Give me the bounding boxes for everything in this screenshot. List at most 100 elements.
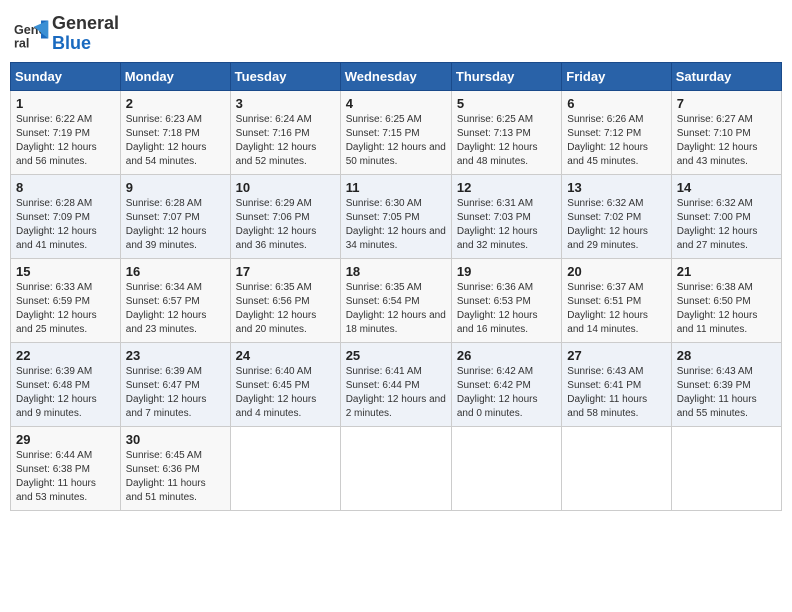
day-info: Sunrise: 6:27 AMSunset: 7:10 PMDaylight:… bbox=[677, 113, 776, 169]
day-info: Sunrise: 6:33 AMSunset: 6:59 PMDaylight:… bbox=[16, 281, 115, 337]
day-number: 24 bbox=[236, 348, 335, 363]
table-cell: 28 Sunrise: 6:43 AMSunset: 6:39 PMDayligh… bbox=[671, 342, 781, 426]
day-info: Sunrise: 6:25 AMSunset: 7:13 PMDaylight:… bbox=[457, 113, 556, 169]
day-number: 22 bbox=[16, 348, 115, 363]
day-info: Sunrise: 6:32 AMSunset: 7:02 PMDaylight:… bbox=[567, 197, 665, 253]
day-info: Sunrise: 6:30 AMSunset: 7:05 PMDaylight:… bbox=[346, 197, 446, 253]
table-cell: 27 Sunrise: 6:43 AMSunset: 6:41 PMDayligh… bbox=[562, 342, 671, 426]
table-cell: 7Sunrise: 6:27 AMSunset: 7:10 PMDaylight… bbox=[671, 90, 781, 174]
table-cell: 12 Sunrise: 6:31 AMSunset: 7:03 PMDayligh… bbox=[451, 174, 561, 258]
day-number: 23 bbox=[126, 348, 225, 363]
day-number: 8 bbox=[16, 180, 115, 195]
day-info: Sunrise: 6:41 AMSunset: 6:44 PMDaylight:… bbox=[346, 365, 446, 421]
day-info: Sunrise: 6:35 AMSunset: 6:54 PMDaylight:… bbox=[346, 281, 446, 337]
day-info: Sunrise: 6:43 AMSunset: 6:39 PMDaylight:… bbox=[677, 365, 776, 421]
day-number: 13 bbox=[567, 180, 665, 195]
day-number: 11 bbox=[346, 180, 446, 195]
day-info: Sunrise: 6:35 AMSunset: 6:56 PMDaylight:… bbox=[236, 281, 335, 337]
col-monday: Monday bbox=[120, 62, 230, 90]
table-cell: 29 Sunrise: 6:44 AMSunset: 6:38 PMDayligh… bbox=[11, 426, 121, 510]
table-cell: 18 Sunrise: 6:35 AMSunset: 6:54 PMDayligh… bbox=[340, 258, 451, 342]
day-info: Sunrise: 6:28 AMSunset: 7:07 PMDaylight:… bbox=[126, 197, 225, 253]
table-cell: 16Sunrise: 6:34 AMSunset: 6:57 PMDayligh… bbox=[120, 258, 230, 342]
table-cell: 25 Sunrise: 6:41 AMSunset: 6:44 PMDayligh… bbox=[340, 342, 451, 426]
col-tuesday: Tuesday bbox=[230, 62, 340, 90]
day-number: 25 bbox=[346, 348, 446, 363]
day-info: Sunrise: 6:40 AMSunset: 6:45 PMDaylight:… bbox=[236, 365, 335, 421]
day-number: 21 bbox=[677, 264, 776, 279]
day-number: 5 bbox=[457, 96, 556, 111]
day-number: 18 bbox=[346, 264, 446, 279]
day-number: 15 bbox=[16, 264, 115, 279]
table-cell: 8 Sunrise: 6:28 AMSunset: 7:09 PMDaylight… bbox=[11, 174, 121, 258]
day-info: Sunrise: 6:26 AMSunset: 7:12 PMDaylight:… bbox=[567, 113, 665, 169]
table-cell bbox=[671, 426, 781, 510]
table-cell: 3 Sunrise: 6:24 AMSunset: 7:16 PMDaylight… bbox=[230, 90, 340, 174]
day-number: 2 bbox=[126, 96, 225, 111]
day-number: 19 bbox=[457, 264, 556, 279]
day-info: Sunrise: 6:29 AMSunset: 7:06 PMDaylight:… bbox=[236, 197, 335, 253]
table-row: 1Sunrise: 6:22 AMSunset: 7:19 PMDaylight… bbox=[11, 90, 782, 174]
table-cell bbox=[451, 426, 561, 510]
day-number: 30 bbox=[126, 432, 225, 447]
day-info: Sunrise: 6:39 AMSunset: 6:47 PMDaylight:… bbox=[126, 365, 225, 421]
table-cell: 17Sunrise: 6:35 AMSunset: 6:56 PMDayligh… bbox=[230, 258, 340, 342]
col-wednesday: Wednesday bbox=[340, 62, 451, 90]
day-number: 29 bbox=[16, 432, 115, 447]
table-row: 22Sunrise: 6:39 AMSunset: 6:48 PMDayligh… bbox=[11, 342, 782, 426]
day-info: Sunrise: 6:43 AMSunset: 6:41 PMDaylight:… bbox=[567, 365, 665, 421]
col-saturday: Saturday bbox=[671, 62, 781, 90]
table-row: 15 Sunrise: 6:33 AMSunset: 6:59 PMDayligh… bbox=[11, 258, 782, 342]
day-number: 10 bbox=[236, 180, 335, 195]
col-friday: Friday bbox=[562, 62, 671, 90]
day-info: Sunrise: 6:38 AMSunset: 6:50 PMDaylight:… bbox=[677, 281, 776, 337]
table-cell: 1Sunrise: 6:22 AMSunset: 7:19 PMDaylight… bbox=[11, 90, 121, 174]
col-thursday: Thursday bbox=[451, 62, 561, 90]
page-header: Gene ral General Blue bbox=[10, 10, 782, 54]
table-cell: 5 Sunrise: 6:25 AMSunset: 7:13 PMDaylight… bbox=[451, 90, 561, 174]
col-sunday: Sunday bbox=[11, 62, 121, 90]
calendar-header-row: Sunday Monday Tuesday Wednesday Thursday… bbox=[11, 62, 782, 90]
day-info: Sunrise: 6:42 AMSunset: 6:42 PMDaylight:… bbox=[457, 365, 556, 421]
table-cell: 14 Sunrise: 6:32 AMSunset: 7:00 PMDayligh… bbox=[671, 174, 781, 258]
day-number: 4 bbox=[346, 96, 446, 111]
day-info: Sunrise: 6:31 AMSunset: 7:03 PMDaylight:… bbox=[457, 197, 556, 253]
day-info: Sunrise: 6:36 AMSunset: 6:53 PMDaylight:… bbox=[457, 281, 556, 337]
table-cell bbox=[562, 426, 671, 510]
table-cell: 23 Sunrise: 6:39 AMSunset: 6:47 PMDayligh… bbox=[120, 342, 230, 426]
day-number: 26 bbox=[457, 348, 556, 363]
day-info: Sunrise: 6:24 AMSunset: 7:16 PMDaylight:… bbox=[236, 113, 335, 169]
table-cell: 9Sunrise: 6:28 AMSunset: 7:07 PMDaylight… bbox=[120, 174, 230, 258]
day-info: Sunrise: 6:28 AMSunset: 7:09 PMDaylight:… bbox=[16, 197, 115, 253]
table-cell: 20Sunrise: 6:37 AMSunset: 6:51 PMDayligh… bbox=[562, 258, 671, 342]
table-cell: 30 Sunrise: 6:45 AMSunset: 6:36 PMDayligh… bbox=[120, 426, 230, 510]
table-cell: 2 Sunrise: 6:23 AMSunset: 7:18 PMDaylight… bbox=[120, 90, 230, 174]
logo: Gene ral General Blue bbox=[14, 14, 119, 54]
table-cell: 10 Sunrise: 6:29 AMSunset: 7:06 PMDayligh… bbox=[230, 174, 340, 258]
day-number: 14 bbox=[677, 180, 776, 195]
day-info: Sunrise: 6:22 AMSunset: 7:19 PMDaylight:… bbox=[16, 113, 115, 169]
day-number: 27 bbox=[567, 348, 665, 363]
day-info: Sunrise: 6:44 AMSunset: 6:38 PMDaylight:… bbox=[16, 449, 115, 505]
day-info: Sunrise: 6:34 AMSunset: 6:57 PMDaylight:… bbox=[126, 281, 225, 337]
day-info: Sunrise: 6:23 AMSunset: 7:18 PMDaylight:… bbox=[126, 113, 225, 169]
day-number: 6 bbox=[567, 96, 665, 111]
table-cell: 21 Sunrise: 6:38 AMSunset: 6:50 PMDayligh… bbox=[671, 258, 781, 342]
table-cell: 15 Sunrise: 6:33 AMSunset: 6:59 PMDayligh… bbox=[11, 258, 121, 342]
day-number: 28 bbox=[677, 348, 776, 363]
table-cell: 26 Sunrise: 6:42 AMSunset: 6:42 PMDayligh… bbox=[451, 342, 561, 426]
day-number: 3 bbox=[236, 96, 335, 111]
day-info: Sunrise: 6:32 AMSunset: 7:00 PMDaylight:… bbox=[677, 197, 776, 253]
table-row: 8 Sunrise: 6:28 AMSunset: 7:09 PMDaylight… bbox=[11, 174, 782, 258]
logo-text: General Blue bbox=[52, 14, 119, 54]
table-cell bbox=[340, 426, 451, 510]
table-cell: 11 Sunrise: 6:30 AMSunset: 7:05 PMDayligh… bbox=[340, 174, 451, 258]
table-cell: 22Sunrise: 6:39 AMSunset: 6:48 PMDayligh… bbox=[11, 342, 121, 426]
day-info: Sunrise: 6:45 AMSunset: 6:36 PMDaylight:… bbox=[126, 449, 225, 505]
table-cell: 24 Sunrise: 6:40 AMSunset: 6:45 PMDayligh… bbox=[230, 342, 340, 426]
table-cell: 13 Sunrise: 6:32 AMSunset: 7:02 PMDayligh… bbox=[562, 174, 671, 258]
table-cell: 6 Sunrise: 6:26 AMSunset: 7:12 PMDaylight… bbox=[562, 90, 671, 174]
day-number: 12 bbox=[457, 180, 556, 195]
table-cell: 4Sunrise: 6:25 AMSunset: 7:15 PMDaylight… bbox=[340, 90, 451, 174]
svg-text:ral: ral bbox=[14, 36, 29, 50]
